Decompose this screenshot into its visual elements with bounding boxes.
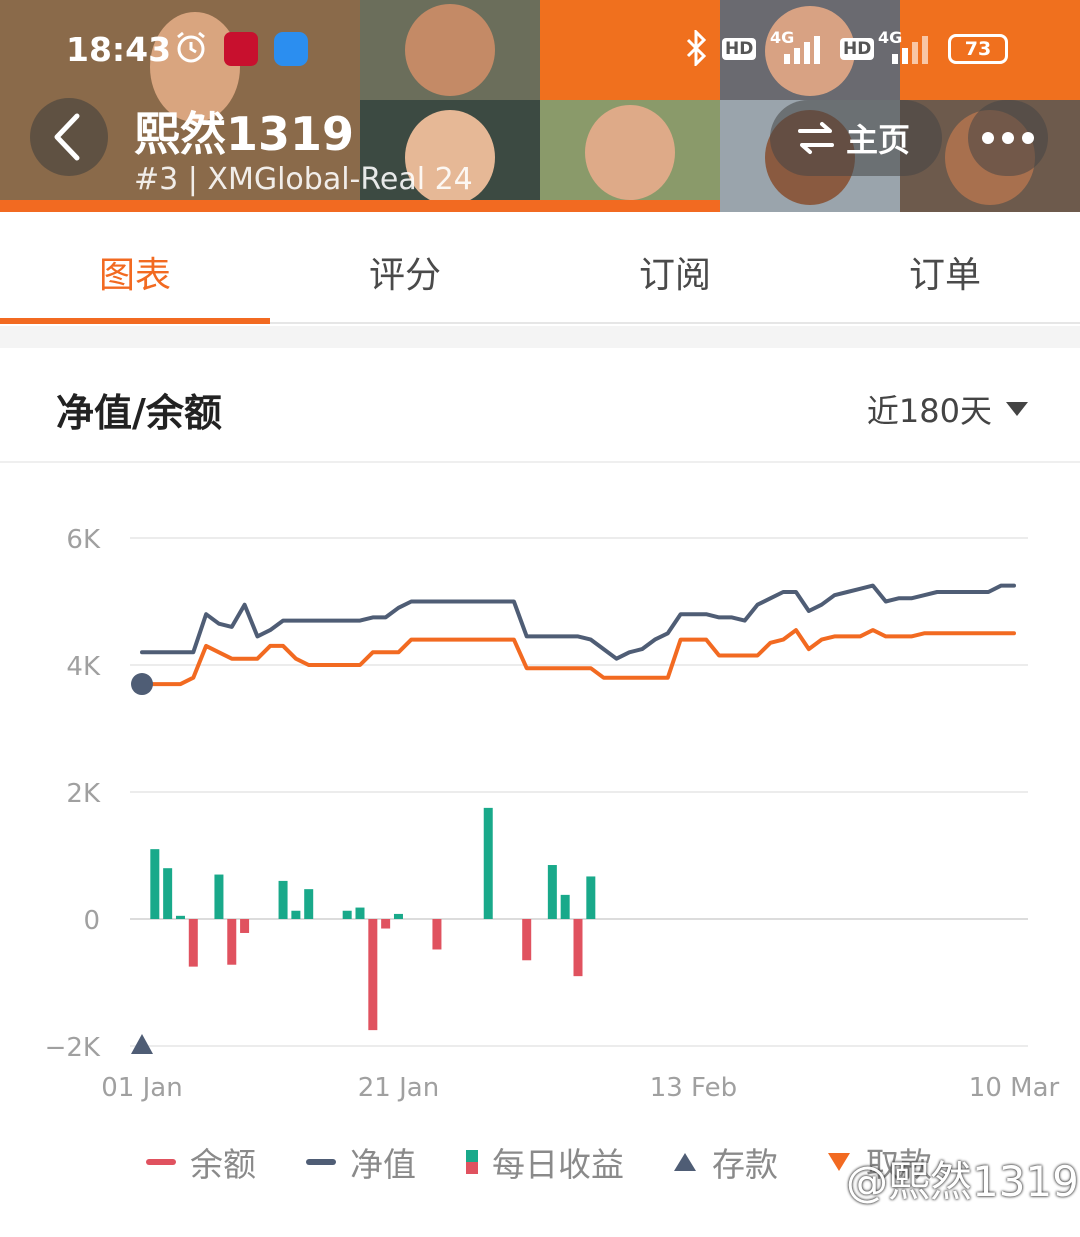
deposit-marker [131,1034,153,1054]
back-button[interactable] [30,98,108,176]
daily-profit-bar [188,919,198,967]
daily-profit-bar [483,807,493,919]
legend-line-swatch [146,1159,176,1165]
legend-line-swatch [306,1159,336,1165]
bluetooth-icon [684,28,708,70]
daily-profit-bar [573,919,583,977]
daily-profit-bar [278,880,288,919]
y-tick-label: 0 [83,906,100,936]
hd-badge: HD [722,38,757,60]
chat-app-icon [274,32,308,66]
daily-profit-bar [227,919,237,965]
daily-profit-bar [304,889,314,919]
home-button[interactable]: 主页 [770,100,942,176]
legend-label: 存款 [712,1145,778,1184]
daily-profit-bar [163,868,173,919]
legend-label: 净值 [350,1145,416,1184]
legend-item-deposit[interactable]: 存款 [674,1138,778,1186]
daily-profit-bar [560,894,570,919]
legend-item-daily-profit[interactable]: 每日收益 [466,1138,624,1186]
triangle-up-icon [674,1153,696,1171]
section-title: 净值/余额 [56,391,222,435]
home-button-label: 主页 [846,121,911,159]
header-accent-strip [0,200,720,212]
legend-item-equity[interactable]: 净值 [306,1138,416,1186]
profile-header: 18:43 HD 4G HD 4G 73 熙然1319 #3 | XMGloba… [0,0,1080,212]
signal-icon [890,34,934,68]
daily-profit-bar [381,919,391,929]
daily-profit-bar [432,919,442,950]
hd-badge: HD [840,38,875,60]
daily-profit-bar [342,910,352,919]
tab-bar: 图表 评分 订阅 订单 [0,212,1080,324]
tab-rating[interactable]: 评分 [270,212,540,322]
tab-chart[interactable]: 图表 [0,212,270,324]
divider [0,461,1080,463]
daily-profit-bar [214,874,224,919]
daily-profit-bar [291,910,301,919]
more-button[interactable] [968,100,1048,176]
watermark: @熙然1319 [846,1157,1079,1206]
page-title: 熙然1319 [134,107,355,161]
chevron-left-icon [54,113,80,161]
more-dots-icon [1002,132,1014,144]
avatar [405,4,495,96]
legend-bar-swatch [466,1150,478,1174]
legend-label: 每日收益 [492,1145,624,1184]
daily-profit-bar [393,913,403,919]
more-dots-icon [982,132,994,144]
status-time: 18:43 [66,30,172,69]
y-tick-label: 4K [66,652,101,682]
y-tick-label: −2K [45,1033,101,1063]
y-tick-label: 6K [66,525,101,555]
daily-profit-bar [522,919,532,961]
battery-icon: 73 [948,34,1008,64]
daily-profit-bar [240,919,250,933]
legend-label: 余额 [190,1145,256,1184]
daily-profit-bar [175,915,185,919]
caret-down-icon [1006,402,1028,416]
account-subtitle: #3 | XMGlobal-Real 24 [134,162,473,197]
section-gap [0,326,1080,348]
y-tick-label: 2K [66,779,101,809]
swap-icon [798,122,834,154]
x-tick-label: 21 Jan [358,1073,439,1103]
range-dropdown-label: 近180天 [866,392,992,430]
x-tick-label: 01 Jan [101,1073,182,1103]
tab-subscribe[interactable]: 订阅 [540,212,810,322]
equity-balance-chart: 6K 4K 2K 0 −2K01 Jan 21 Jan 13 Feb 10 Mar [45,525,1060,1103]
range-dropdown[interactable]: 近180天 [867,386,1028,432]
daily-profit-bar [150,849,160,919]
daily-profit-bar [586,876,596,919]
battery-level: 73 [964,38,992,60]
avatar [585,105,675,200]
x-tick-label: 10 Mar [969,1073,1060,1103]
alarm-icon [174,30,208,71]
legend-item-balance[interactable]: 余额 [146,1138,256,1186]
daily-profit-bar [355,907,365,919]
more-dots-icon [1022,132,1034,144]
tab-orders[interactable]: 订单 [810,212,1080,322]
start-point-marker [131,673,153,696]
news-app-icon [224,32,258,66]
x-tick-label: 13 Feb [650,1073,737,1103]
signal-icon [782,34,826,68]
daily-profit-bar [547,865,557,919]
daily-profit-bar [368,919,378,1031]
